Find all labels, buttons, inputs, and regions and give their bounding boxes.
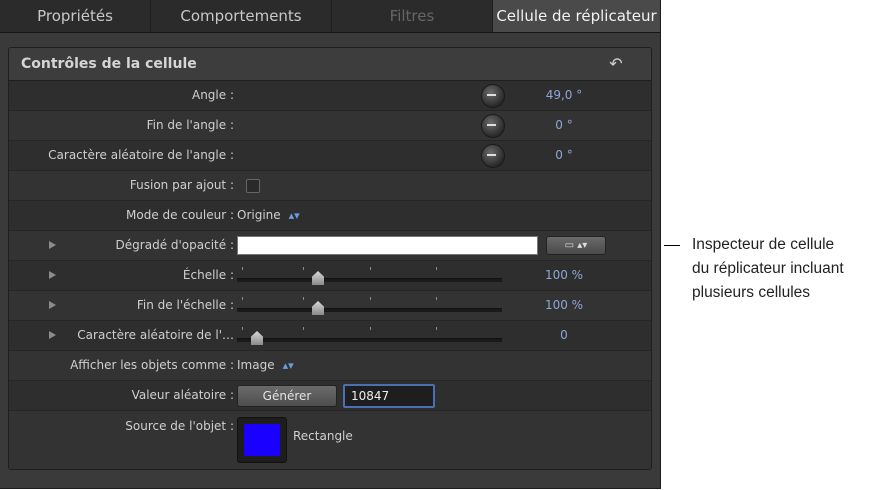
angle-row: Angle : 49,0 ° — [9, 81, 651, 111]
angle-label: Angle : — [191, 88, 234, 102]
slider-track — [237, 338, 502, 342]
callout-line-3: plusieurs cellules — [692, 284, 811, 301]
end-angle-label: Fin de l'angle : — [146, 118, 234, 132]
tab-replicator-cell[interactable]: Cellule de réplicateur — [493, 0, 660, 32]
popup-arrows-icon: ▴▾ — [288, 209, 300, 222]
slider-tick — [242, 297, 243, 300]
undo-arrow-icon[interactable]: ↶ — [607, 55, 625, 73]
disclosure-triangle-icon[interactable] — [49, 241, 56, 249]
angle-randomness-dial[interactable] — [481, 144, 505, 168]
disclosure-triangle-icon[interactable] — [49, 301, 56, 309]
end-angle-dial[interactable] — [481, 114, 505, 138]
color-mode-label: Mode de couleur : — [126, 208, 234, 222]
opacity-gradient-editor[interactable] — [237, 236, 538, 255]
end-scale-value[interactable]: 100 % — [534, 291, 594, 320]
inspector-panel: Propriétés Comportements Filtres Cellule… — [0, 0, 661, 489]
angle-value[interactable]: 49,0 ° — [534, 81, 594, 110]
random-seed-field[interactable]: 10847 — [343, 384, 435, 408]
disclosure-triangle-icon[interactable] — [49, 331, 56, 339]
slider-tick — [436, 267, 437, 270]
scale-randomness-value[interactable]: 0 — [534, 321, 594, 350]
callout-line-2: du réplicateur incluant — [692, 260, 844, 277]
scale-slider[interactable] — [237, 261, 502, 290]
slider-tick — [303, 297, 304, 300]
slider-tick — [370, 327, 371, 330]
slider-thumb[interactable] — [312, 271, 324, 285]
rectangle-thumbnail — [244, 424, 280, 456]
color-mode-popup[interactable]: Origine ▴▾ — [237, 201, 300, 230]
slider-tick — [303, 267, 304, 270]
slider-tick — [242, 267, 243, 270]
slider-tick — [242, 327, 243, 330]
gradient-preset-menu[interactable]: ▭ ▴▾ — [546, 236, 606, 255]
scale-randomness-row: Caractère aléatoire de l'… 0 — [9, 321, 651, 351]
disclosure-triangle-icon[interactable] — [49, 271, 56, 279]
show-objects-as-value: Image — [237, 358, 275, 372]
opacity-gradient-row: Dégradé d'opacité : ▭ ▴▾ — [9, 231, 651, 261]
show-objects-as-label: Afficher les objets comme : — [70, 358, 234, 372]
slider-thumb[interactable] — [312, 301, 324, 315]
object-source-row: Source de l'objet : Rectangle — [9, 411, 651, 469]
generate-button[interactable]: Générer — [237, 385, 337, 407]
angle-dial[interactable] — [481, 84, 505, 108]
gradient-preset-icon: ▭ ▴▾ — [564, 240, 588, 251]
slider-tick — [436, 327, 437, 330]
slider-track — [237, 308, 502, 312]
end-angle-value[interactable]: 0 ° — [534, 111, 594, 140]
slider-tick — [370, 297, 371, 300]
additive-blend-label: Fusion par ajout : — [129, 178, 234, 192]
inspector-tab-bar: Propriétés Comportements Filtres Cellule… — [0, 0, 660, 33]
show-objects-as-row: Afficher les objets comme : Image ▴▾ — [9, 351, 651, 381]
object-source-well[interactable] — [237, 417, 287, 463]
callout-caption: Inspecteur de cellule du réplicateur inc… — [692, 233, 887, 305]
object-source-name: Rectangle — [293, 429, 353, 443]
end-scale-row: Fin de l'échelle : 100 % — [9, 291, 651, 321]
slider-track — [237, 278, 502, 282]
angle-randomness-label: Caractère aléatoire de l'angle : — [48, 148, 234, 162]
angle-randomness-row: Caractère aléatoire de l'angle : 0 ° — [9, 141, 651, 171]
color-mode-value: Origine — [237, 208, 281, 222]
end-scale-slider[interactable] — [237, 291, 502, 320]
random-seed-row: Valeur aléatoire : Générer 10847 — [9, 381, 651, 411]
group-title: Contrôles de la cellule — [21, 56, 197, 72]
random-seed-label: Valeur aléatoire : — [131, 388, 234, 402]
tab-properties[interactable]: Propriétés — [0, 0, 151, 32]
slider-thumb[interactable] — [251, 331, 263, 345]
callout-line-1: Inspecteur de cellule — [692, 236, 835, 253]
scale-label: Échelle : — [182, 268, 234, 282]
callout-leader-line — [664, 245, 680, 246]
additive-blend-checkbox[interactable] — [246, 179, 260, 193]
opacity-gradient-label: Dégradé d'opacité : — [115, 238, 234, 252]
object-source-label: Source de l'objet : — [125, 419, 234, 433]
group-header: Contrôles de la cellule ↶ — [9, 48, 651, 81]
end-scale-label: Fin de l'échelle : — [136, 298, 234, 312]
tab-filters[interactable]: Filtres — [332, 0, 493, 32]
cell-controls-group: Contrôles de la cellule ↶ Angle : 49,0 °… — [8, 47, 652, 470]
additive-blend-row: Fusion par ajout : — [9, 171, 651, 201]
slider-tick — [436, 297, 437, 300]
angle-randomness-value[interactable]: 0 ° — [534, 141, 594, 170]
slider-tick — [303, 327, 304, 330]
scale-randomness-label: Caractère aléatoire de l'… — [77, 328, 234, 342]
scale-value[interactable]: 100 % — [534, 261, 594, 290]
color-mode-row: Mode de couleur : Origine ▴▾ — [9, 201, 651, 231]
scale-randomness-slider[interactable] — [237, 321, 502, 350]
popup-arrows-icon: ▴▾ — [282, 359, 294, 372]
slider-tick — [370, 267, 371, 270]
tab-behaviors[interactable]: Comportements — [151, 0, 332, 32]
show-objects-as-popup[interactable]: Image ▴▾ — [237, 351, 294, 380]
end-angle-row: Fin de l'angle : 0 ° — [9, 111, 651, 141]
scale-row: Échelle : 100 % — [9, 261, 651, 291]
